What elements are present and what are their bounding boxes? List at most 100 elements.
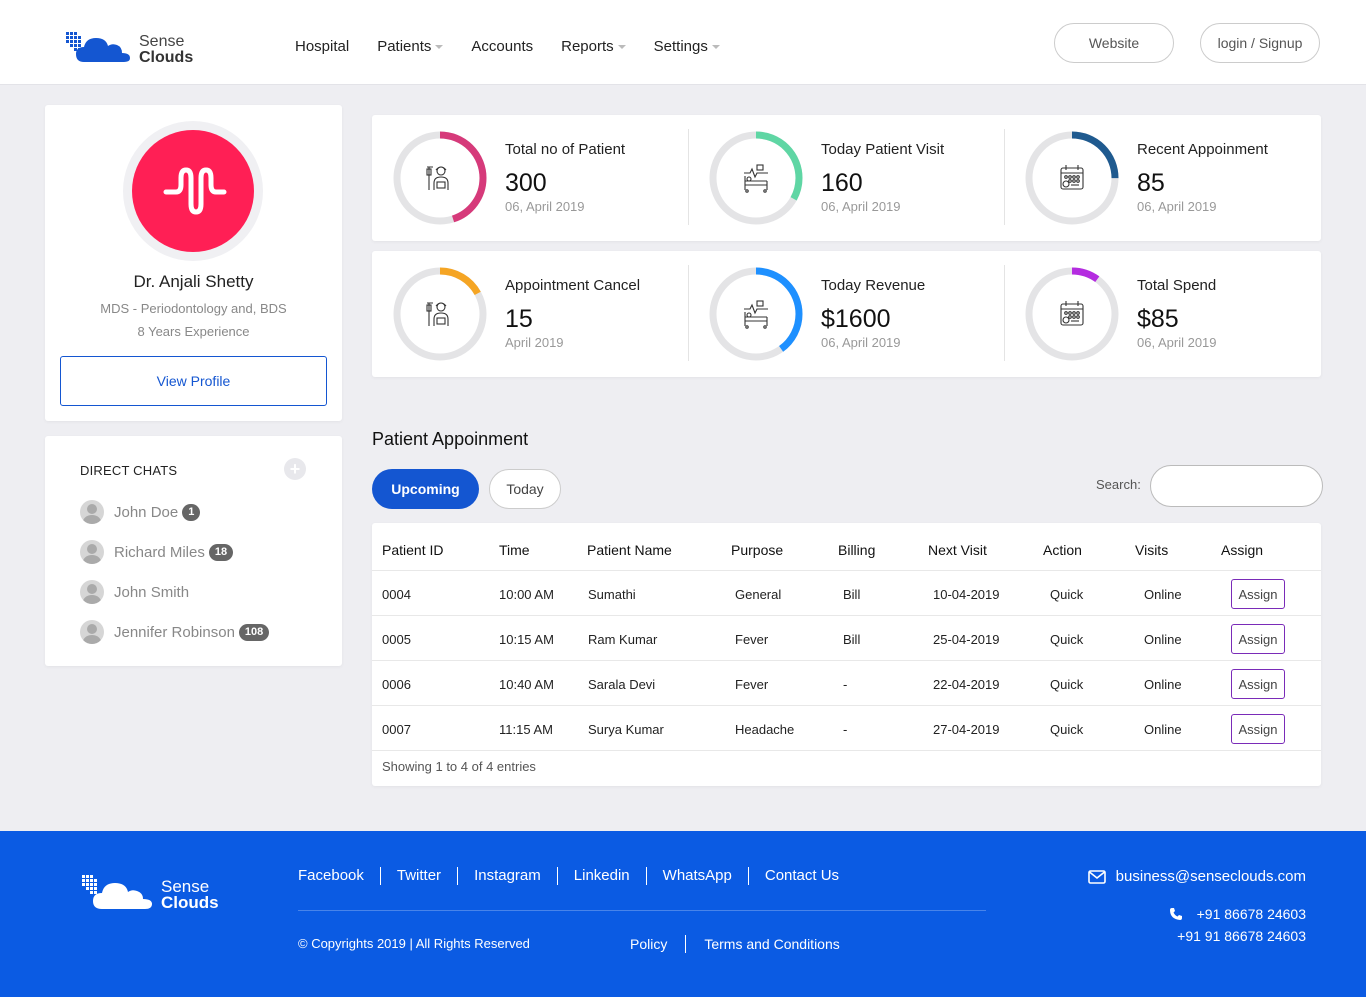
divider xyxy=(688,129,689,225)
cell-patient-name: Ram Kumar xyxy=(588,632,658,647)
column-header[interactable]: Patient Name xyxy=(587,542,672,558)
cell-patient-name: Sarala Devi xyxy=(588,677,656,692)
stat-label: Today Patient Visit xyxy=(821,141,945,158)
stat-card[interactable]: Appointment Cancel 15 April 2019 xyxy=(372,251,688,377)
section-title: Patient Appoinment xyxy=(372,429,529,449)
soundwave-logo-icon xyxy=(163,167,227,215)
chat-item[interactable]: Jennifer Robinson 108 xyxy=(80,620,270,644)
stat-label: Total no of Patient xyxy=(505,141,626,158)
footer-link-facebook[interactable]: Facebook xyxy=(298,867,380,885)
column-header[interactable]: Billing xyxy=(838,542,875,558)
login-signup-button[interactable]: login / Signup xyxy=(1200,23,1320,63)
footer-link-instagram[interactable]: Instagram xyxy=(457,867,557,885)
unread-badge: 18 xyxy=(208,543,234,561)
cell-patient-name: Surya Kumar xyxy=(588,722,664,737)
phone-icon xyxy=(1169,908,1182,920)
stat-card[interactable]: Today Patient Visit 160 06, April 2019 xyxy=(688,115,1004,241)
cell-action[interactable]: Quick xyxy=(1050,587,1083,602)
phone-text: +91 86678 24603 xyxy=(1196,906,1306,922)
cell-billing: Bill xyxy=(843,587,861,602)
doctor-specialty: MDS - Periodontology and, BDS xyxy=(100,301,287,316)
stat-card[interactable]: Total no of Patient 300 06, April 2019 xyxy=(372,115,688,241)
cell-next-visit: 27-04-2019 xyxy=(933,722,1000,737)
chevron-down-icon xyxy=(435,44,444,49)
tab-today[interactable]: Today xyxy=(489,469,561,509)
stat-date: 06, April 2019 xyxy=(1137,199,1217,214)
footer-brand-name: Sense Clouds xyxy=(161,877,219,912)
nav-accounts[interactable]: Accounts xyxy=(471,38,533,55)
cell-action[interactable]: Quick xyxy=(1050,677,1083,692)
cell-time: 10:15 AM xyxy=(499,632,554,647)
cell-action[interactable]: Quick xyxy=(1050,722,1083,737)
stat-date: 06, April 2019 xyxy=(505,199,585,214)
footer-link-twitter[interactable]: Twitter xyxy=(379,867,457,885)
footer-phone-secondary[interactable]: +91 91 86678 24603 xyxy=(1177,928,1306,944)
assign-button[interactable]: Assign xyxy=(1231,579,1285,609)
stat-value: $85 xyxy=(1137,305,1179,333)
stat-value: 160 xyxy=(821,169,863,197)
cell-visits: Online xyxy=(1144,632,1182,647)
cell-visits: Online xyxy=(1144,722,1182,737)
cell-action[interactable]: Quick xyxy=(1050,632,1083,647)
stat-card[interactable]: Today Revenue $1600 06, April 2019 xyxy=(688,251,1004,377)
nav-patients[interactable]: Patients xyxy=(377,38,444,55)
assign-button[interactable]: Assign xyxy=(1231,669,1285,699)
stat-value: 15 xyxy=(505,305,533,333)
stat-card[interactable]: Recent Appoinment 85 06, April 2019 xyxy=(1004,115,1320,241)
table-row: 0007 11:15 AM Surya Kumar Headache - 27-… xyxy=(372,705,1321,750)
nav-hospital[interactable]: Hospital xyxy=(295,38,349,55)
policy-link[interactable]: Policy xyxy=(630,935,685,953)
footer-link-linkedin[interactable]: Linkedin xyxy=(556,867,646,885)
nav-settings[interactable]: Settings xyxy=(654,38,720,55)
tab-upcoming[interactable]: Upcoming xyxy=(372,469,479,509)
cell-next-visit: 10-04-2019 xyxy=(933,587,1000,602)
terms-link[interactable]: Terms and Conditions xyxy=(685,935,857,953)
footer-link-whatsapp[interactable]: WhatsApp xyxy=(645,867,748,885)
chat-name: Richard Miles xyxy=(114,543,205,561)
nav-label: Settings xyxy=(653,38,708,55)
hospital-bed-icon xyxy=(741,163,771,193)
chat-item[interactable]: Richard Miles 18 xyxy=(80,540,234,564)
column-header[interactable]: Next Visit xyxy=(928,542,987,558)
column-header[interactable]: Action xyxy=(1043,542,1082,558)
search-input[interactable] xyxy=(1150,465,1323,507)
unread-badge: 108 xyxy=(238,623,270,641)
divider xyxy=(688,265,689,361)
footer-logo[interactable]: Sense Clouds xyxy=(80,871,230,913)
stat-date: April 2019 xyxy=(505,335,564,350)
column-header[interactable]: Time xyxy=(499,542,530,558)
stat-card[interactable]: Total Spend $85 06, April 2019 xyxy=(1004,251,1320,377)
stat-date: 06, April 2019 xyxy=(1137,335,1217,350)
chevron-down-icon xyxy=(711,44,720,49)
direct-chats-title: DIRECT CHATS xyxy=(80,463,178,478)
cell-purpose: Fever xyxy=(735,632,769,647)
chat-item[interactable]: John Doe 1 xyxy=(80,500,201,524)
nav-label: Patients xyxy=(377,38,432,55)
divider xyxy=(298,910,986,911)
user-avatar-icon xyxy=(80,620,104,644)
avatar-ring xyxy=(123,121,263,261)
column-header[interactable]: Visits xyxy=(1135,542,1168,558)
website-button[interactable]: Website xyxy=(1054,23,1174,63)
divider xyxy=(1004,265,1005,361)
column-header[interactable]: Patient ID xyxy=(382,542,443,558)
view-profile-button[interactable]: View Profile xyxy=(60,356,327,406)
footer-phone[interactable]: +91 86678 24603 xyxy=(1169,906,1306,922)
cell-time: 10:40 AM xyxy=(499,677,554,692)
assign-button[interactable]: Assign xyxy=(1231,624,1285,654)
stat-label: Total Spend xyxy=(1137,277,1217,294)
brand-logo[interactable]: Sense Clouds xyxy=(64,26,204,66)
footer-link-contact[interactable]: Contact Us xyxy=(747,867,855,885)
nav-reports[interactable]: Reports xyxy=(561,38,626,55)
assign-button[interactable]: Assign xyxy=(1231,714,1285,744)
add-chat-button[interactable]: + xyxy=(284,458,306,480)
footer-email[interactable]: business@senseclouds.com xyxy=(1087,868,1306,885)
top-header: Sense Clouds Hospital Patients Accounts … xyxy=(0,0,1366,85)
column-header[interactable]: Purpose xyxy=(731,542,783,558)
chat-item[interactable]: John Smith xyxy=(80,580,189,604)
copyright-text: © Copyrights 2019 | All Rights Reserved xyxy=(298,936,530,951)
cell-visits: Online xyxy=(1144,677,1182,692)
stat-value: $1600 xyxy=(821,305,891,333)
column-header[interactable]: Assign xyxy=(1221,542,1263,558)
email-text: business@senseclouds.com xyxy=(1115,868,1306,885)
